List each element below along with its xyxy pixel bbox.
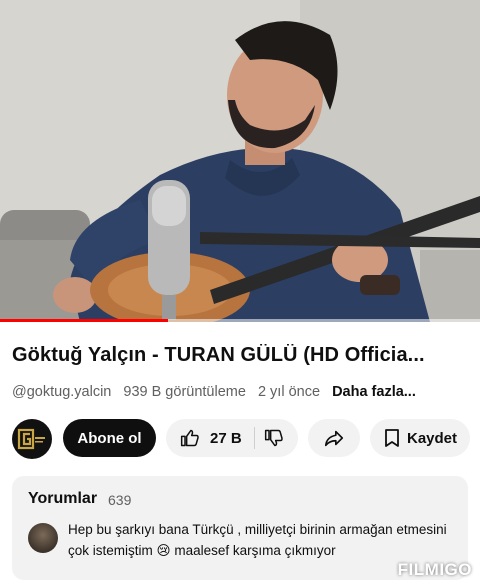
video-meta: @goktug.yalcin 939 B görüntüleme 2 yıl ö… bbox=[12, 384, 424, 400]
top-comment-text: Hep bu şarkıyı bana Türkçü , milliyetçi … bbox=[68, 522, 447, 558]
thumbs-down-icon bbox=[264, 429, 283, 447]
like-dislike-group: 27 B bbox=[166, 419, 298, 457]
more-link[interactable]: Daha fazla... bbox=[332, 384, 416, 400]
channel-handle[interactable]: @goktug.yalcin bbox=[12, 384, 111, 400]
upload-age: 2 yıl önce bbox=[257, 384, 321, 400]
video-title[interactable]: Göktuğ Yalçın - TURAN GÜLÜ (HD Officia..… bbox=[12, 344, 472, 367]
dislike-button[interactable] bbox=[255, 419, 293, 457]
comments-heading: Yorumlar bbox=[28, 490, 98, 507]
thumbs-up-icon bbox=[180, 429, 199, 447]
video-frame bbox=[0, 0, 480, 322]
subscribe-button[interactable]: Abone ol bbox=[63, 419, 156, 457]
comments-count: 639 bbox=[108, 492, 132, 508]
channel-logo-icon[interactable] bbox=[12, 419, 52, 459]
save-button[interactable]: Kaydet bbox=[370, 419, 470, 457]
commenter-avatar bbox=[28, 523, 58, 553]
like-button[interactable]: 27 B bbox=[166, 419, 254, 457]
share-icon bbox=[324, 430, 344, 447]
video-player[interactable] bbox=[0, 0, 480, 322]
view-count: 939 B görüntüleme bbox=[123, 384, 246, 400]
video-progress-fill bbox=[0, 319, 168, 322]
video-progress-bar[interactable] bbox=[0, 319, 480, 322]
share-button[interactable] bbox=[308, 419, 360, 457]
channel-logo-glyph bbox=[17, 428, 45, 450]
like-count: 27 B bbox=[210, 429, 242, 447]
bookmark-icon bbox=[385, 429, 399, 447]
watermark: FILMIGO bbox=[397, 560, 472, 579]
save-label: Kaydet bbox=[406, 429, 458, 447]
